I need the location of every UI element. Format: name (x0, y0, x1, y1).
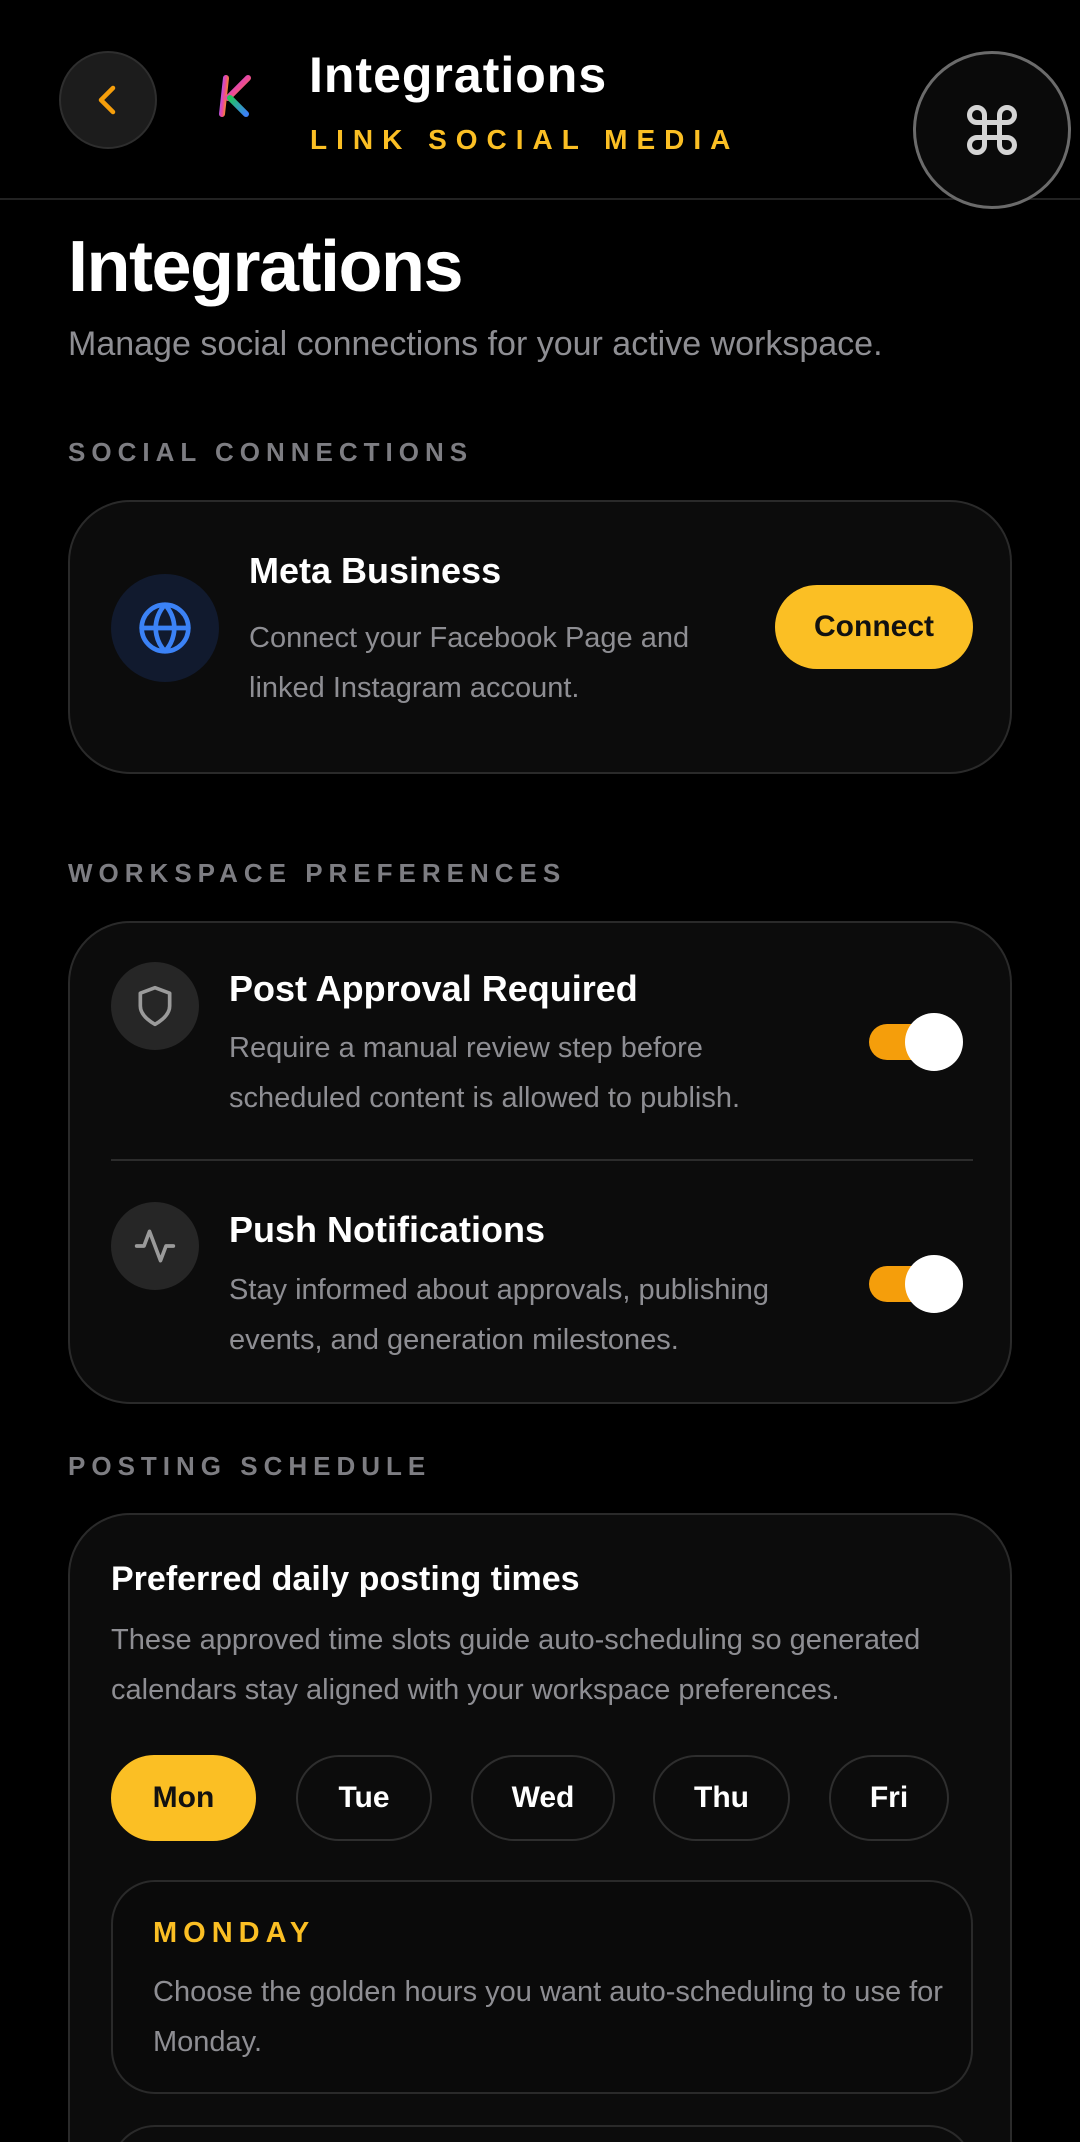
command-icon (967, 105, 1017, 155)
page-description: Manage social connections for your activ… (68, 325, 883, 363)
day-pill-fri[interactable]: Fri (829, 1755, 949, 1841)
top-app-bar: Integrations LINK SOCIAL MEDIA (0, 0, 1080, 209)
schedule-description-line: These approved time slots guide auto-sch… (111, 1624, 921, 1656)
divider (111, 1159, 973, 1161)
meta-icon-circle (111, 574, 219, 682)
posting-schedule-card: Preferred daily posting times These appr… (68, 1513, 1012, 2142)
push-notifications-description-line: Stay informed about approvals, publishin… (229, 1274, 770, 1306)
meta-description-line: Connect your Facebook Page and (249, 622, 690, 654)
page-title: Integrations (68, 227, 464, 307)
header-subtitle: LINK SOCIAL MEDIA (310, 124, 740, 155)
push-notifications-toggle[interactable] (869, 1255, 963, 1313)
post-approval-description: Require a manual review step before sche… (229, 1023, 740, 1123)
toggle-knob (905, 1013, 963, 1071)
command-button[interactable] (913, 51, 1071, 209)
globe-icon (139, 602, 191, 654)
activity-icon (134, 1229, 176, 1263)
day-pill-wed[interactable]: Wed (471, 1755, 615, 1841)
preferences-card: Post Approval Required Require a manual … (68, 921, 1012, 1404)
toggle-knob (905, 1255, 963, 1313)
connect-button[interactable]: Connect (775, 585, 973, 669)
meta-business-card: Meta Business Connect your Facebook Page… (68, 500, 1012, 774)
push-notifications-description-line: events, and generation milestones. (229, 1324, 679, 1356)
push-notifications-title: Push Notifications (229, 1209, 546, 1250)
section-label-preferences: WORKSPACE PREFERENCES (68, 858, 567, 888)
back-button[interactable] (59, 51, 157, 149)
selected-day-title: MONDAY (153, 1917, 316, 1949)
section-label-social: SOCIAL CONNECTIONS (68, 437, 474, 467)
selected-day-description: Choose the golden hours you want auto-sc… (153, 1976, 943, 2058)
post-approval-toggle[interactable] (869, 1013, 963, 1071)
schedule-title: Preferred daily posting times (111, 1560, 580, 1598)
schedule-description: These approved time slots guide auto-sch… (111, 1615, 920, 1715)
chevron-left-icon (98, 85, 116, 115)
activity-icon-circle (111, 1202, 199, 1290)
post-approval-title: Post Approval Required (229, 968, 638, 1009)
time-slot-card (111, 2125, 973, 2142)
day-pill-tue[interactable]: Tue (296, 1755, 432, 1841)
shield-icon (138, 985, 172, 1027)
post-approval-description-line: Require a manual review step before (229, 1032, 703, 1064)
day-pill-mon[interactable]: Mon (111, 1755, 256, 1841)
meta-description-line: linked Instagram account. (249, 672, 580, 704)
push-notifications-description: Stay informed about approvals, publishin… (229, 1265, 769, 1365)
shield-icon-circle (111, 962, 199, 1050)
schedule-description-line: calendars stay aligned with your workspa… (111, 1674, 840, 1706)
selected-day-card: MONDAY Choose the golden hours you want … (111, 1880, 973, 2094)
meta-business-description: Connect your Facebook Page and linked In… (249, 613, 689, 713)
post-approval-description-line: scheduled content is allowed to publish. (229, 1082, 741, 1114)
meta-business-title: Meta Business (249, 550, 502, 591)
k-logo (219, 75, 251, 117)
header-title: Integrations (309, 47, 608, 103)
day-pill-thu[interactable]: Thu (653, 1755, 790, 1841)
section-label-schedule: POSTING SCHEDULE (68, 1451, 432, 1481)
